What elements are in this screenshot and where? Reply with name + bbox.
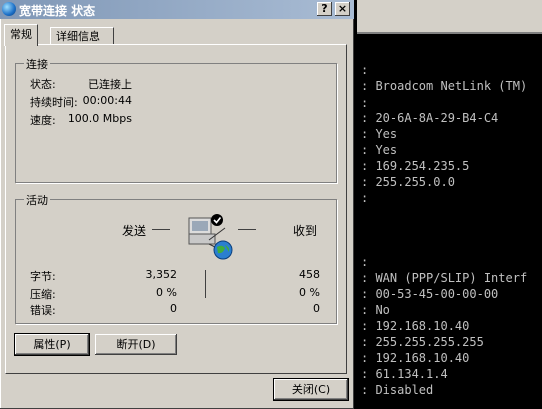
sent-line [152,229,170,230]
connection-group: 连接 [15,56,337,183]
console-frame-top [357,0,542,32]
connection-group-label: 连接 [24,56,50,72]
divider-line [205,270,206,298]
duration-label: 持续时间: [30,96,78,109]
console-frame-border [357,32,542,34]
received-label: 收到 [293,224,318,238]
console-line: : [361,63,369,77]
bytes-label: 字节: [30,270,56,283]
status-value: 已连接上 [88,78,132,91]
console-line: : [361,96,369,110]
received-line [238,229,256,230]
title-bar[interactable]: 宽带连接 状态 ? × [0,0,354,19]
properties-button[interactable]: 属性(P) [14,333,90,356]
tab-general[interactable]: 常规 [4,24,38,46]
console-line: : Yes [361,127,398,141]
command-console-window: : : Broadcom NetLink (TM) : : 20-6A-8A-2… [357,0,542,409]
activity-group-label: 活动 [24,192,50,208]
sent-label: 发送 [122,224,147,238]
console-line: : 61.134.1.4 [361,367,448,381]
console-line: : [361,255,369,269]
console-line: : Broadcom NetLink (TM) [361,79,528,93]
status-label: 状态: [30,78,56,91]
speed-label: 速度: [30,114,56,127]
errors-received-value: 0 [313,302,320,315]
connection-status-dialog: 宽带连接 状态 ? × 常规 详细信息 连接 状态: 已连接上 持续时间: 00… [0,0,354,409]
console-line: : WAN (PPP/SLIP) Interf [361,271,528,285]
duration-value: 00:00:44 [82,94,132,107]
console-line: : 169.254.235.5 [361,159,470,173]
console-line: : 00-53-45-00-00-00 [361,287,499,301]
compression-sent-value: 0 % [156,286,177,299]
bytes-received-value: 458 [299,268,320,281]
console-line: : 255.255.0.0 [361,175,455,189]
tab-details[interactable]: 详细信息 [50,27,114,45]
bytes-sent-value: 3,352 [145,268,178,281]
compression-received-value: 0 % [299,286,320,299]
console-line: : No [361,303,390,317]
disconnect-button[interactable]: 断开(D) [95,334,177,355]
console-line: : 192.168.10.40 [361,319,470,333]
console-line: : 192.168.10.40 [361,351,470,365]
console-line: : 20-6A-8A-29-B4-C4 [361,111,499,125]
console-line: : Yes [361,143,398,157]
console-line: : 255.255.255.255 [361,335,484,349]
network-activity-icon [188,214,233,260]
close-window-button[interactable]: × [335,2,350,16]
compression-label: 压缩: [30,288,56,301]
network-globe-icon [2,2,16,16]
speed-value: 100.0 Mbps [67,112,132,125]
console-line: : Disabled [361,383,434,397]
console-line: : [361,191,369,205]
window-title: 宽带连接 状态 [19,4,96,18]
help-button[interactable]: ? [317,2,332,16]
errors-label: 错误: [30,304,56,317]
close-button[interactable]: 关闭(C) [273,378,349,401]
errors-sent-value: 0 [170,302,177,315]
